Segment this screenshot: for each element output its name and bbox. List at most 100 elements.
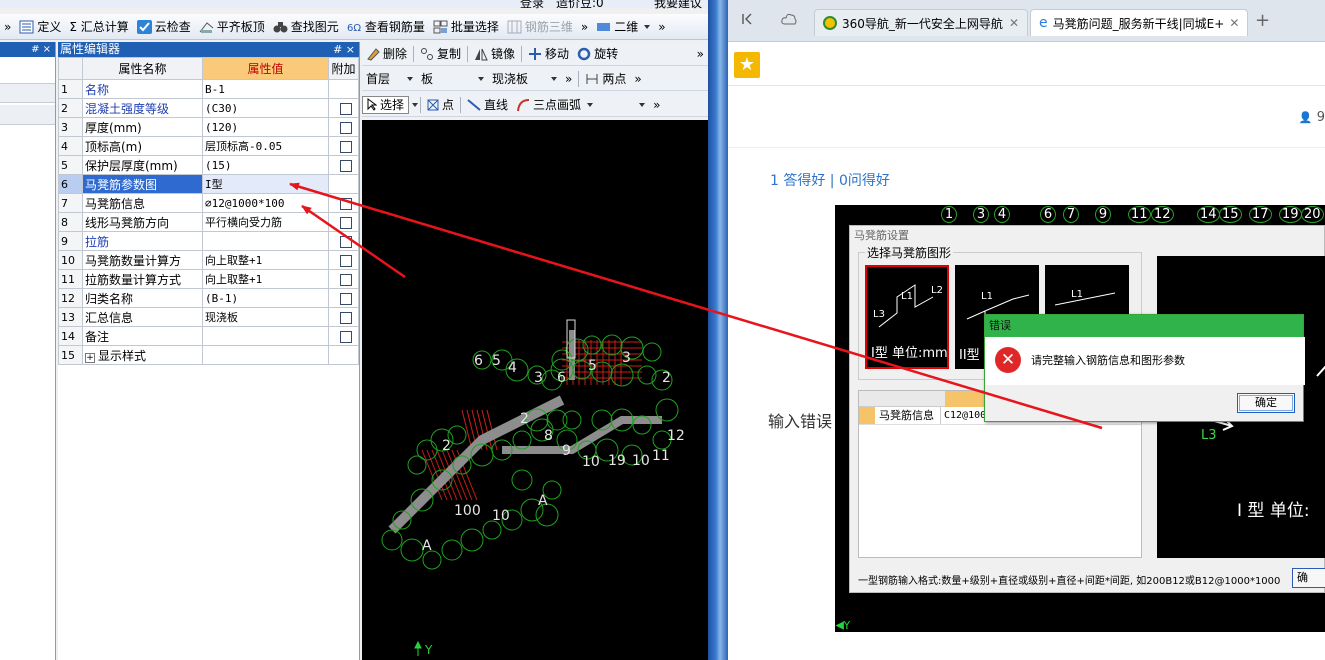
toolbar-more-button[interactable]: » <box>577 16 592 38</box>
layer-more-button[interactable]: » <box>561 72 576 86</box>
property-value[interactable]: 向上取整+1 <box>202 250 329 270</box>
property-value[interactable] <box>202 326 329 346</box>
floor-select[interactable]: 首层 <box>362 70 417 87</box>
property-value[interactable]: 层顶标高-0.05 <box>202 136 329 156</box>
point-tool-button[interactable]: 点 <box>423 96 458 113</box>
login-link[interactable]: 登录 <box>520 0 544 11</box>
extra-checkbox[interactable] <box>340 159 352 172</box>
view-rebar-button[interactable]: 6Ω 查看钢筋量 <box>343 16 429 38</box>
property-row[interactable]: 12 归类名称 (B-1) <box>58 288 359 308</box>
extra-checkbox[interactable] <box>340 216 352 229</box>
property-row[interactable]: 14 备注 <box>58 326 359 346</box>
property-value[interactable]: I型 <box>202 174 329 194</box>
nav-pane-pin[interactable]: # × <box>0 42 55 57</box>
close-icon[interactable]: ✕ <box>1009 16 1019 30</box>
property-value[interactable]: (15) <box>202 155 329 175</box>
chevron-down-icon[interactable] <box>412 102 419 107</box>
extra-checkbox[interactable] <box>340 121 352 134</box>
batch-select-button[interactable]: 批量选择 <box>429 16 503 38</box>
property-table-header: 属性名称 属性值 附加 <box>58 57 359 80</box>
property-row[interactable]: 13 汇总信息 现浇板 <box>58 307 359 327</box>
star-icon[interactable]: ★ <box>734 52 760 78</box>
extra-checkbox[interactable] <box>340 292 352 305</box>
property-value[interactable]: (C30) <box>202 98 329 118</box>
property-row[interactable]: 5 保护层厚度(mm) (15) <box>58 155 359 175</box>
select-tool-button[interactable]: 选择 <box>362 95 410 114</box>
property-row[interactable]: 15 + 显示样式 <box>58 345 359 365</box>
property-value[interactable]: 平行横向受力筋 <box>202 212 329 232</box>
property-row[interactable]: 7 马凳筋信息 ⌀12@1000*100 <box>58 193 359 213</box>
define-button[interactable]: 定义 <box>15 16 65 38</box>
property-row[interactable]: 10 马凳筋数量计算方 向上取整+1 <box>58 250 359 270</box>
close-icon[interactable]: ✕ <box>1229 16 1239 30</box>
property-row[interactable]: 2 混凝土强度等级 (C30) <box>58 98 359 118</box>
panel-pin-close[interactable]: # × <box>333 42 355 57</box>
extra-checkbox[interactable] <box>340 273 352 286</box>
property-row[interactable]: 3 厚度(mm) (120) <box>58 117 359 137</box>
property-row[interactable]: 11 拉筋数量计算方式 向上取整+1 <box>58 269 359 289</box>
mirror-button[interactable]: 镜像 <box>470 45 519 62</box>
summary-calc-button[interactable]: Σ 汇总计算 <box>65 16 132 38</box>
axis-number: 12 <box>1151 206 1174 223</box>
property-row[interactable]: 4 顶标高(m) 层顶标高-0.05 <box>58 136 359 156</box>
property-value[interactable]: 现浇板 <box>202 307 329 327</box>
extra-checkbox[interactable] <box>340 235 352 248</box>
property-name: + 显示样式 <box>82 345 203 365</box>
empty-select[interactable] <box>597 102 649 107</box>
property-value[interactable] <box>202 231 329 251</box>
component-type-select[interactable]: 板 <box>417 70 488 87</box>
line-tool-button[interactable]: 直线 <box>463 96 512 113</box>
find-element-button[interactable]: 查找图元 <box>269 16 343 38</box>
copy-button[interactable]: 复制 <box>416 45 465 62</box>
cloud-button[interactable] <box>778 10 800 32</box>
edit-more-button[interactable]: » <box>693 47 708 61</box>
property-value[interactable]: (120) <box>202 117 329 137</box>
desktop-background-strip <box>708 0 728 660</box>
component-subtype-select[interactable]: 现浇板 <box>488 70 561 87</box>
expand-icon[interactable]: + <box>85 352 95 363</box>
property-row[interactable]: 6 马凳筋参数图 I型 <box>58 174 359 194</box>
move-button[interactable]: 移动 <box>524 45 573 62</box>
rotate-button[interactable]: 旋转 <box>573 45 622 62</box>
rebar-3d-button[interactable]: 钢筋三维 <box>503 16 577 38</box>
layer-more2-button[interactable]: » <box>630 72 645 86</box>
view-2d-dropdown[interactable]: 二维 <box>592 16 654 38</box>
extra-checkbox[interactable] <box>340 311 352 324</box>
drawing-canvas-area[interactable]: 删除 复制 镜像 移动 旋转 » 首层 板 现浇板 » 两点 » 选择 点 直线… <box>362 42 708 660</box>
property-value[interactable]: (B-1) <box>202 288 329 308</box>
tab-360-navigation[interactable]: 360导航_新一代安全上网导航 ✕ <box>814 9 1028 36</box>
question-screenshot-image[interactable]: 1 3 4 6 7 9 11 12 14 15 17 19 20 马凳筋设置 选择马凳筋图形 L1 L2… <box>835 205 1325 632</box>
align-slab-top-button[interactable]: 平齐板顶 <box>195 16 269 38</box>
delete-button[interactable]: 删除 <box>362 45 411 62</box>
answer-stats[interactable]: 1 答得好 | 0问得好 <box>770 170 890 190</box>
cloud-check-button[interactable]: 云检查 <box>133 16 195 38</box>
back-button[interactable] <box>736 10 758 32</box>
toolbar-overflow-button[interactable]: » <box>0 16 15 38</box>
extra-checkbox[interactable] <box>340 140 352 153</box>
property-value[interactable] <box>202 345 329 365</box>
arc-tool-button[interactable]: 三点画弧 <box>512 96 597 113</box>
property-name-header: 属性名称 <box>82 57 203 80</box>
property-row[interactable]: 9 拉筋 <box>58 231 359 251</box>
property-row[interactable]: 8 线形马凳筋方向 平行横向受力筋 <box>58 212 359 232</box>
axis-number: 20 <box>1301 206 1324 223</box>
toolbar-end-more-button[interactable]: » <box>654 16 669 38</box>
row-number: 12 <box>58 288 83 308</box>
property-value[interactable]: 向上取整+1 <box>202 269 329 289</box>
model-drawing[interactable]: 6 5 43 65 3212111019109822100AA10 Y <box>362 120 708 660</box>
property-value[interactable]: ⌀12@1000*100 <box>202 193 329 213</box>
feedback-link[interactable]: 我要建议 <box>654 0 702 11</box>
tab-stool-rebar-question[interactable]: e 马凳筋问题_服务新干线|同城E+ ✕ <box>1030 9 1248 36</box>
two-point-button[interactable]: 两点 <box>581 70 630 87</box>
property-value[interactable]: B-1 <box>202 79 329 99</box>
extra-checkbox[interactable] <box>340 330 352 343</box>
draw-more-button[interactable]: » <box>649 98 664 112</box>
nav-pane-row[interactable] <box>0 105 55 125</box>
property-row[interactable]: 1 名称 B-1 <box>58 79 359 99</box>
new-tab-button[interactable]: + <box>1255 10 1270 31</box>
user-info-line: 👤 9 <box>728 86 1325 148</box>
nav-pane-row[interactable] <box>0 83 55 103</box>
extra-checkbox[interactable] <box>340 102 352 115</box>
extra-checkbox[interactable] <box>340 254 352 267</box>
extra-checkbox[interactable] <box>340 197 352 210</box>
